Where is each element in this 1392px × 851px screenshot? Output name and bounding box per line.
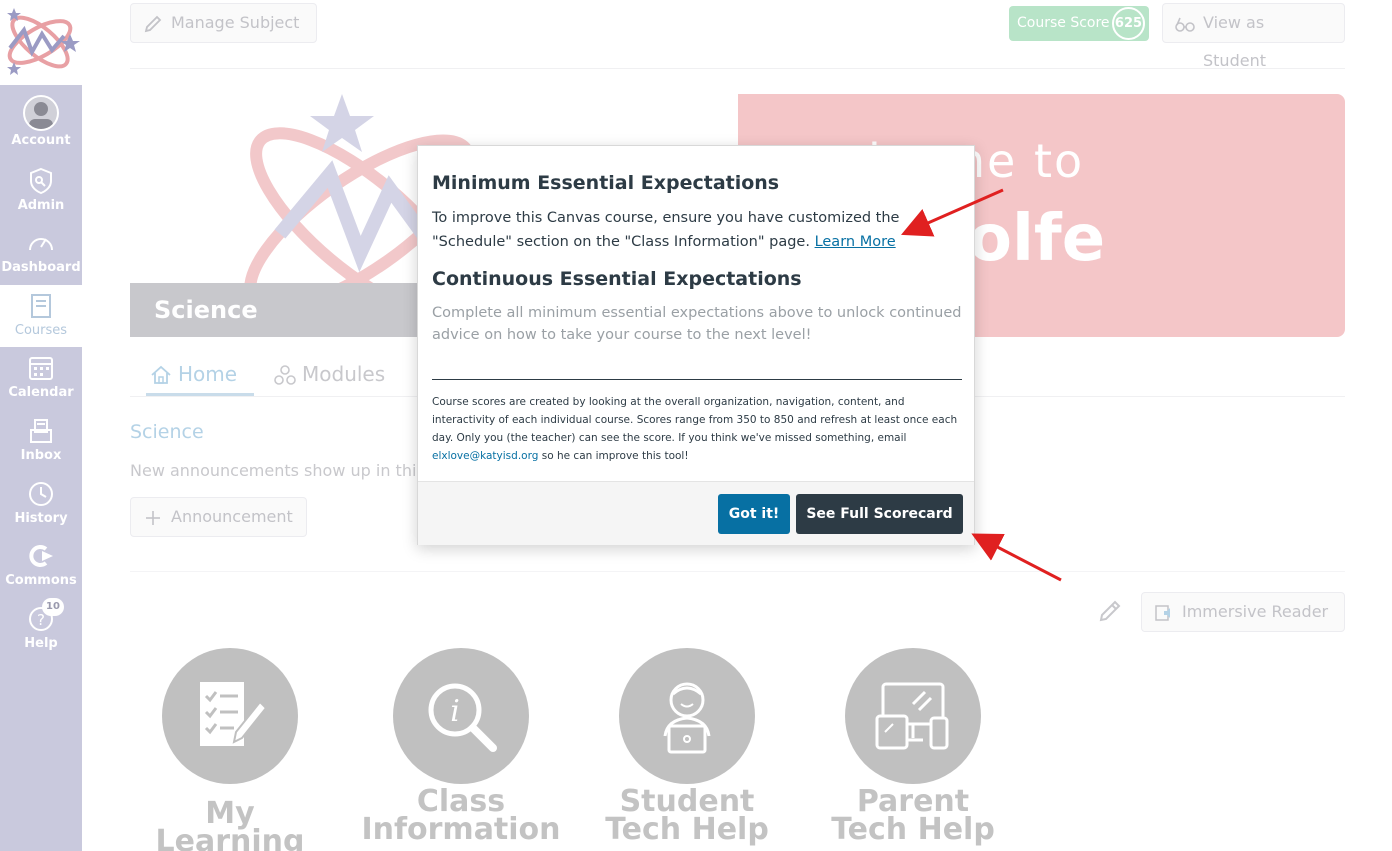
nav-admin[interactable]: Admin <box>0 160 82 222</box>
divider <box>130 68 1345 69</box>
tab-modules-label: Modules <box>302 362 386 386</box>
glasses-icon <box>1175 17 1195 32</box>
manage-subject-button[interactable]: Manage Subject <box>130 3 317 43</box>
help-badge: 10 <box>42 598 64 616</box>
immersive-reader-icon <box>1155 605 1170 621</box>
student-laptop-icon <box>663 682 711 754</box>
announcements-empty-text: New announcements show up in thi <box>130 461 417 480</box>
tab-modules[interactable]: Modules <box>270 356 385 396</box>
nav-history[interactable]: History <box>0 473 82 535</box>
atom-logo-icon <box>7 8 80 75</box>
nav-label: Admin <box>17 198 65 213</box>
got-it-button[interactable]: Got it! <box>718 494 790 534</box>
tile-my-learning[interactable]: My Learning <box>130 648 330 851</box>
announcement-button[interactable]: Announcement <box>130 497 307 537</box>
min-expectations-text: To improve this Canvas course, ensure yo… <box>432 206 962 254</box>
shield-icon <box>30 167 52 195</box>
checklist-pencil-icon <box>200 682 268 746</box>
nav-inbox[interactable]: Inbox <box>0 410 82 472</box>
continuous-expectations-heading: Continuous Essential Expectations <box>432 268 802 290</box>
tile-label: Class Information <box>361 784 561 847</box>
course-score-explanation: Course scores are created by looking at … <box>432 393 962 465</box>
view-as-student-label: View as Student <box>1203 13 1266 70</box>
school-logo[interactable] <box>0 0 82 85</box>
avatar <box>23 95 59 131</box>
dashboard-icon <box>29 238 53 251</box>
tile-circle <box>845 648 981 784</box>
commons-icon <box>29 545 53 567</box>
svg-text:?: ? <box>37 611 45 629</box>
nav-account[interactable]: Account <box>0 87 82 149</box>
pencil-icon[interactable] <box>1097 598 1123 624</box>
score-explanation-body: Course scores are created by looking at … <box>432 396 958 444</box>
tile-parent-tech-help[interactable]: Parent Tech Help <box>813 648 1013 847</box>
learn-more-link[interactable]: Learn More <box>815 234 896 250</box>
nav-label: History <box>14 511 68 526</box>
svg-text:i: i <box>450 694 460 729</box>
immersive-reader-button[interactable]: Immersive Reader <box>1141 592 1345 632</box>
announcement-button-label: Announcement <box>171 507 293 526</box>
nav-label: Commons <box>5 573 77 588</box>
divider <box>432 379 962 380</box>
science-link[interactable]: Science <box>130 421 204 443</box>
tile-class-information[interactable]: i Class Information <box>361 648 561 847</box>
nav-calendar[interactable]: Calendar <box>0 347 82 409</box>
nav-commons[interactable]: Commons <box>0 535 82 597</box>
inbox-icon <box>30 419 52 443</box>
clock-icon <box>29 482 53 506</box>
modules-icon <box>274 365 296 385</box>
nav-label: Help <box>24 636 58 651</box>
email-link[interactable]: elxlove@katyisd.org <box>432 450 538 462</box>
tile-label: Student Tech Help <box>605 784 769 847</box>
course-score-modal: Minimum Essential Expectations To improv… <box>417 145 975 545</box>
tile-circle <box>162 648 298 784</box>
min-expectations-heading: Minimum Essential Expectations <box>432 172 780 194</box>
tab-home[interactable]: Home <box>146 356 254 396</box>
divider <box>130 571 1345 572</box>
course-score-badge[interactable]: Course Score 625 <box>1009 6 1149 41</box>
course-score-label: Course Score <box>1017 15 1110 31</box>
nav-dashboard[interactable]: Dashboard <box>0 222 82 284</box>
see-full-scorecard-button[interactable]: See Full Scorecard <box>796 494 963 534</box>
immersive-reader-label: Immersive Reader <box>1182 602 1329 621</box>
tab-home-label: Home <box>178 362 238 386</box>
nav-label: Account <box>11 133 71 148</box>
plus-icon <box>146 511 160 525</box>
course-score-value: 625 <box>1112 7 1145 40</box>
arrow-to-scorecard <box>971 533 1062 582</box>
view-as-student-button[interactable]: View as Student <box>1162 3 1345 70</box>
manage-subject-label: Manage Subject <box>171 13 300 32</box>
devices-icon <box>875 682 949 750</box>
tile-label: My Learning <box>155 796 305 851</box>
tile-circle <box>619 648 755 784</box>
tile-circle: i <box>393 648 529 784</box>
nav-label: Courses <box>14 323 68 338</box>
pencil-icon <box>144 15 162 33</box>
tile-student-tech-help[interactable]: Student Tech Help <box>587 648 787 847</box>
nav-label: Calendar <box>8 385 74 400</box>
tile-label: Parent Tech Help <box>831 784 995 847</box>
score-explanation-end: so he can improve this tool! <box>541 450 689 462</box>
info-magnifier-icon: i <box>428 683 497 752</box>
book-icon <box>31 294 51 318</box>
banner-name-text: olfe <box>968 202 1106 276</box>
modal-footer: Got it! See Full Scorecard <box>418 481 974 545</box>
continuous-expectations-text: Complete all minimum essential expectati… <box>432 305 962 343</box>
nav-label: Inbox <box>20 448 62 463</box>
calendar-icon <box>29 357 53 380</box>
nav-label: Dashboard <box>1 260 81 275</box>
home-icon <box>151 365 171 384</box>
nav-help[interactable]: ? 10 Help <box>0 598 82 660</box>
global-nav: Account Admin Dashboard Courses Calendar… <box>0 0 82 851</box>
nav-courses[interactable]: Courses <box>0 285 82 347</box>
